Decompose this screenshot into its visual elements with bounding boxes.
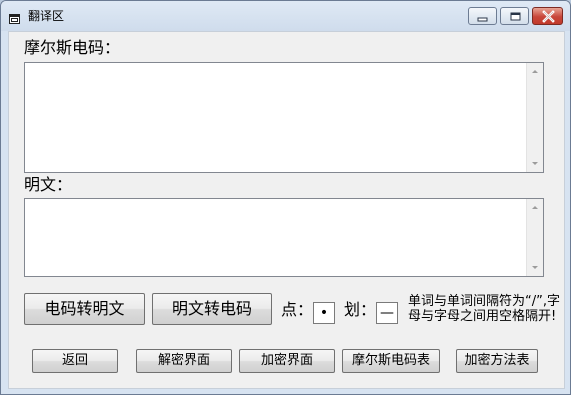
client-area: 摩尔斯电码： 明文： 电码转明文 明文转电码 点： • 划： — 单词与单词间隔… (8, 31, 565, 389)
translation-window: 翻译区 摩尔斯电码： 明文： 电码转明文 明文转电码 点： • 划： — 单词与… (0, 0, 571, 395)
maximize-button[interactable] (500, 7, 529, 25)
close-button[interactable] (532, 7, 563, 25)
decrypt-ui-button[interactable]: 解密界面 (136, 349, 232, 373)
dot-label: 点： (281, 300, 314, 319)
plaintext-scrollbar[interactable] (526, 199, 543, 276)
dash-label: 划： (344, 300, 377, 319)
encrypt-ui-button[interactable]: 加密界面 (239, 349, 335, 373)
window-title: 翻译区 (28, 9, 65, 23)
dash-symbol-input[interactable]: — (376, 302, 398, 324)
morse-textarea[interactable] (24, 62, 544, 173)
morse-label: 摩尔斯电码： (24, 38, 121, 57)
scroll-up-icon[interactable] (532, 206, 538, 209)
minimize-button[interactable] (468, 7, 497, 25)
plaintext-label: 明文： (24, 175, 73, 194)
window-app-icon (9, 10, 21, 24)
scroll-down-icon[interactable] (532, 162, 538, 165)
encrypt-method-table-button[interactable]: 加密方法表 (456, 349, 538, 373)
morse-scrollbar[interactable] (526, 63, 543, 172)
plain-to-morse-button[interactable]: 明文转电码 (152, 293, 272, 325)
plaintext-textarea[interactable] (24, 198, 544, 277)
title-bar[interactable]: 翻译区 (1, 1, 570, 31)
morse-to-plain-button[interactable]: 电码转明文 (24, 293, 145, 325)
scroll-down-icon[interactable] (532, 266, 538, 269)
back-button[interactable]: 返回 (32, 349, 118, 373)
separator-hint: 单词与单词间隔符为“/”,字母与字母之间用空格隔开! (408, 294, 560, 324)
morse-table-button[interactable]: 摩尔斯电码表 (342, 349, 440, 373)
scroll-up-icon[interactable] (532, 70, 538, 73)
dot-symbol-input[interactable]: • (313, 302, 335, 324)
